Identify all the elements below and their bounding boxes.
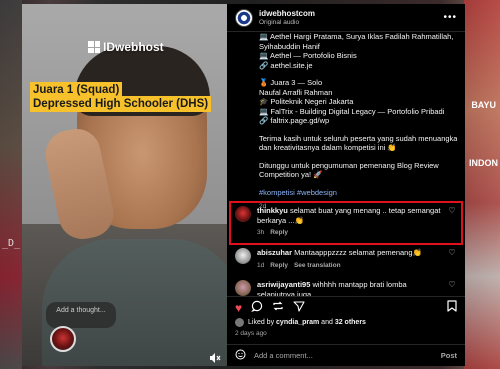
backdrop-left-text: _D_: [2, 238, 21, 249]
comment-like-heart-icon[interactable]: ♡: [447, 248, 457, 270]
caption-line: 💻 FalTrix - Building Digital Legacy — Po…: [259, 106, 445, 116]
note-avatar[interactable]: [50, 326, 76, 352]
caption-hashtags: #kompetisi #webdesign: [259, 188, 457, 198]
video-brand-logo: IDwebhost: [88, 40, 164, 54]
brand-grid-icon: [88, 41, 100, 53]
comment-item: thinkkyu selamat buat yang menang .. tet…: [227, 206, 465, 238]
emoji-smiley-icon[interactable]: [235, 349, 246, 363]
audio-label[interactable]: Original audio: [259, 18, 315, 27]
caption-line: Terima kasih untuk seluruh peserta yang …: [259, 133, 457, 143]
comment-meta: 1d Reply See translation: [257, 261, 441, 271]
caption-line: 🥉 Juara 3 — Solo: [259, 78, 323, 87]
note-bubble[interactable]: Add a thought...: [46, 302, 116, 328]
post-actions-bar: ♥: [227, 296, 465, 318]
comment-input[interactable]: [254, 351, 433, 360]
bookmark-icon[interactable]: [447, 300, 457, 315]
video-tag-line-2: Depressed High Schooler (DHS): [30, 96, 212, 112]
share-send-icon[interactable]: [293, 300, 305, 315]
repost-icon[interactable]: [272, 300, 284, 315]
comment-item: abiszuhar Mantaapppzzzz selamat pemenang…: [227, 248, 465, 270]
comment-bubble-icon[interactable]: [251, 300, 263, 315]
liker-avatar[interactable]: [235, 318, 244, 327]
like-heart-icon[interactable]: ♥: [235, 301, 242, 315]
see-translation-button[interactable]: See translation: [294, 261, 341, 271]
liked-by-others[interactable]: 32 others: [335, 319, 366, 326]
likes-summary: Liked by cyndia_pram and 32 others: [227, 318, 465, 327]
comment-time: 3h: [257, 229, 265, 236]
liked-by-user[interactable]: cyndia_pram: [276, 319, 319, 326]
caption-line: Syihabuddin Hanif: [259, 41, 320, 51]
commenter-avatar[interactable]: [235, 280, 251, 296]
comment-body: abiszuhar Mantaapppzzzz selamat pemenang…: [257, 248, 441, 270]
backdrop-right-text: BAYU: [471, 100, 496, 110]
more-options-icon[interactable]: •••: [443, 12, 457, 23]
post-comment-button[interactable]: Post: [441, 351, 457, 360]
post-caption: 💻 Aethel Hargi Pratama, Surya Iklas Fadi…: [227, 32, 465, 212]
comment-like-heart-icon[interactable]: ♡: [447, 206, 457, 238]
liked-by-prefix: Liked by: [248, 319, 275, 326]
caption-line: 💻 Aethel Hargi Pratama, Surya Iklas Fadi…: [259, 32, 454, 41]
caption-line: Ditunggu untuk pengumuman pemenang Blog …: [259, 160, 439, 170]
author-username[interactable]: idwebhostcom: [259, 9, 315, 18]
add-comment-bar: Post: [227, 344, 465, 366]
caption-line: 🎓 Politeknik Negeri Jakarta: [259, 97, 354, 106]
comment-text: Mantaapppzzzz selamat pemenang👏: [294, 248, 422, 257]
backdrop-right-post: [464, 0, 500, 369]
commenter-username[interactable]: asriwijayanti95: [257, 280, 310, 289]
author-avatar[interactable]: [235, 8, 253, 27]
post-header: idwebhostcom Original audio •••: [227, 4, 465, 32]
commenter-username[interactable]: abiszuhar: [257, 248, 292, 257]
speaker-off-icon[interactable]: [208, 352, 222, 366]
caption-link: 🔗 faltrix.page.gd/wp: [259, 116, 330, 125]
caption-line: dan kreativitasnya dalam kompetisi ini 👏: [259, 143, 397, 152]
reply-button[interactable]: Reply: [270, 228, 288, 238]
author-info: idwebhostcom Original audio: [259, 9, 315, 27]
comment-meta: 3h Reply: [257, 228, 441, 238]
post-panel: idwebhostcom Original audio ••• 💻 Aethel…: [227, 4, 465, 366]
reel-video[interactable]: IDwebhost Juara 1 (Squad) Depressed High…: [22, 4, 227, 366]
liked-by-and: and: [321, 319, 333, 326]
commenter-avatar[interactable]: [235, 206, 251, 222]
caption-line: Naufal Arrafli Rahman: [259, 87, 333, 97]
caption-line: Competition ya! 🚀: [259, 170, 323, 179]
caption-link: 🔗 aethel.site.je: [259, 60, 313, 70]
comment-body: thinkkyu selamat buat yang menang .. tet…: [257, 206, 441, 238]
commenter-username[interactable]: thinkkyu: [257, 206, 288, 215]
posted-time: 2 days ago: [235, 330, 267, 337]
hashtag-link[interactable]: #kompetisi #webdesign: [259, 188, 337, 197]
backdrop-right-text: INDON: [469, 158, 498, 168]
backdrop-left-post: [0, 0, 22, 369]
comment-time: 1d: [257, 261, 265, 269]
brand-name: IDwebhost: [103, 40, 164, 54]
caption-line: 💻 Aethel — Portofolio Bisnis: [259, 51, 357, 60]
likes-text[interactable]: Liked by cyndia_pram and 32 others: [248, 319, 366, 326]
commenter-avatar[interactable]: [235, 248, 251, 264]
reply-button[interactable]: Reply: [270, 261, 288, 271]
